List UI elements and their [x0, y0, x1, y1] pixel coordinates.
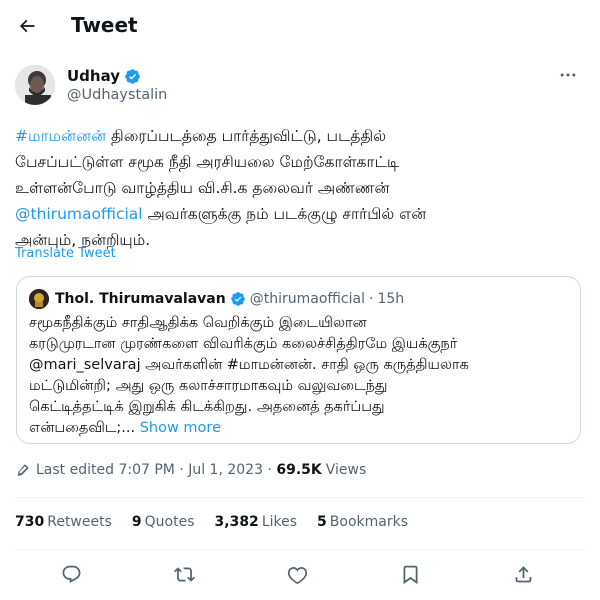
quoted-author-handle: @thirumaofficial — [249, 291, 365, 307]
views-label: Views — [325, 461, 367, 478]
retweets-count: 730 — [15, 514, 45, 530]
author-row: Udhay @Udhaystalin — [15, 63, 585, 111]
reply-icon — [62, 565, 80, 583]
views-count: 69.5K — [276, 461, 322, 478]
tweet-text: #மாமன்னன் திரைப்படத்தை பார்த்துவிட்டு, ப… — [15, 123, 585, 253]
quoted-line: கரடுமுரடான முரண்களை விவரிக்கும் கலைச்சித… — [29, 336, 458, 352]
quoted-tweet-text: சமூகநீதிக்கும் சாதிஆதிக்க வெறிக்கும் இடை… — [29, 313, 569, 439]
more-options-button[interactable] — [553, 63, 583, 87]
author-display-name[interactable]: Udhay — [67, 67, 141, 85]
bookmark-icon — [403, 565, 417, 584]
divider — [15, 549, 585, 550]
retweet-button[interactable] — [166, 556, 202, 592]
tweet-meta: Last edited 7:07 PM · Jul 1, 2023 · 69.5… — [15, 461, 366, 478]
retweets-label: Retweets — [47, 514, 112, 530]
quotes-stat[interactable]: 9 Quotes — [132, 514, 195, 530]
quoted-line: சமூகநீதிக்கும் சாதிஆதிக்க வெறிக்கும் இடை… — [29, 315, 367, 331]
tweet-date: Jul 1, 2023 — [188, 461, 263, 478]
retweet-icon — [173, 566, 195, 582]
back-arrow-icon — [19, 19, 35, 33]
tweet-header: Tweet — [0, 0, 600, 53]
retweets-stat[interactable]: 730 Retweets — [15, 514, 112, 530]
edit-pencil-icon — [17, 464, 29, 476]
avatar[interactable] — [15, 65, 55, 105]
tweet-line-text: திரைப்படத்தை பார்த்துவிட்டு, படத்தில் — [106, 127, 387, 145]
quoted-tweet[interactable]: Thol. Thirumavalavan @thirumaofficial · … — [16, 276, 581, 444]
action-bar — [0, 556, 600, 592]
quoted-line: @mari_selvaraj அவர்களின் #மாமன்னன். சாதி… — [29, 357, 469, 373]
likes-stat[interactable]: 3,382 Likes — [215, 514, 298, 530]
quoted-timestamp: 15h — [377, 291, 405, 307]
like-button[interactable] — [279, 556, 315, 592]
page-title: Tweet — [71, 13, 138, 37]
like-heart-icon — [287, 566, 307, 584]
quoted-line: கெட்டித்தட்டிக் இறுகிக் கிடக்கிறது. அதனை… — [29, 399, 385, 415]
verified-badge-icon — [125, 68, 140, 84]
quotes-label: Quotes — [144, 514, 195, 530]
author-handle[interactable]: @Udhaystalin — [67, 87, 167, 103]
bookmarks-label: Bookmarks — [329, 514, 408, 530]
quoted-line-text: என்பதைவிட;... — [29, 420, 136, 436]
quoted-avatar — [29, 289, 49, 309]
bookmarks-count: 5 — [317, 514, 327, 530]
hashtag-link[interactable]: #மாமன்னன் — [15, 127, 106, 145]
share-button[interactable] — [505, 556, 541, 592]
bookmark-button[interactable] — [392, 556, 428, 592]
meta-separator: · — [174, 461, 189, 478]
tweet-line: @thirumaofficial அவர்களுக்கு நம் படக்குழ… — [15, 201, 585, 227]
quoted-separator: · — [368, 291, 374, 307]
meta-separator: · — [263, 461, 277, 478]
bookmarks-stat[interactable]: 5 Bookmarks — [317, 514, 408, 530]
more-dots-icon — [560, 73, 576, 77]
mention-link[interactable]: @thirumaofficial — [15, 205, 143, 223]
author-name-text: Udhay — [67, 67, 121, 85]
show-more-link[interactable]: Show more — [140, 420, 221, 436]
quoted-avatar-image — [29, 289, 49, 309]
share-icon — [515, 565, 531, 582]
last-edited-link[interactable]: Last edited 7:07 PM — [36, 462, 175, 478]
likes-count: 3,382 — [214, 514, 259, 530]
quotes-count: 9 — [131, 514, 142, 530]
translate-tweet-link[interactable]: Translate Tweet — [15, 246, 116, 261]
quoted-line-last: என்பதைவிட;... Show more — [29, 418, 569, 439]
quoted-tweet-header: Thol. Thirumavalavan @thirumaofficial · … — [29, 289, 404, 309]
author-names: Udhay @Udhaystalin — [67, 66, 167, 103]
verified-badge-icon — [230, 292, 245, 306]
tweet-line: #மாமன்னன் திரைப்படத்தை பார்த்துவிட்டு, ப… — [15, 123, 585, 149]
back-button[interactable] — [10, 9, 44, 43]
avatar-image — [15, 65, 55, 105]
tweet-line-text: அவர்களுக்கு நம் படக்குழு சார்பில் என் — [142, 205, 427, 223]
tweet-line: பேசப்பட்டுள்ள சமூக நீதி அரசியலை மேற்கோள்… — [15, 153, 400, 171]
quoted-author-name: Thol. Thirumavalavan — [55, 291, 226, 307]
likes-label: Likes — [261, 514, 298, 530]
tweet-line: உள்ளன்போடு வாழ்த்திய வி.சி.க தலைவர் அண்ண… — [15, 179, 390, 197]
engagement-stats: 730 Retweets 9 Quotes 3,382 Likes 5 Bookmark… — [15, 514, 428, 530]
quoted-line: மட்டுமின்றி; அது ஒரு கலாச்சாரமாகவும் வலு… — [29, 378, 388, 394]
reply-button[interactable] — [53, 556, 89, 592]
divider — [15, 497, 585, 498]
